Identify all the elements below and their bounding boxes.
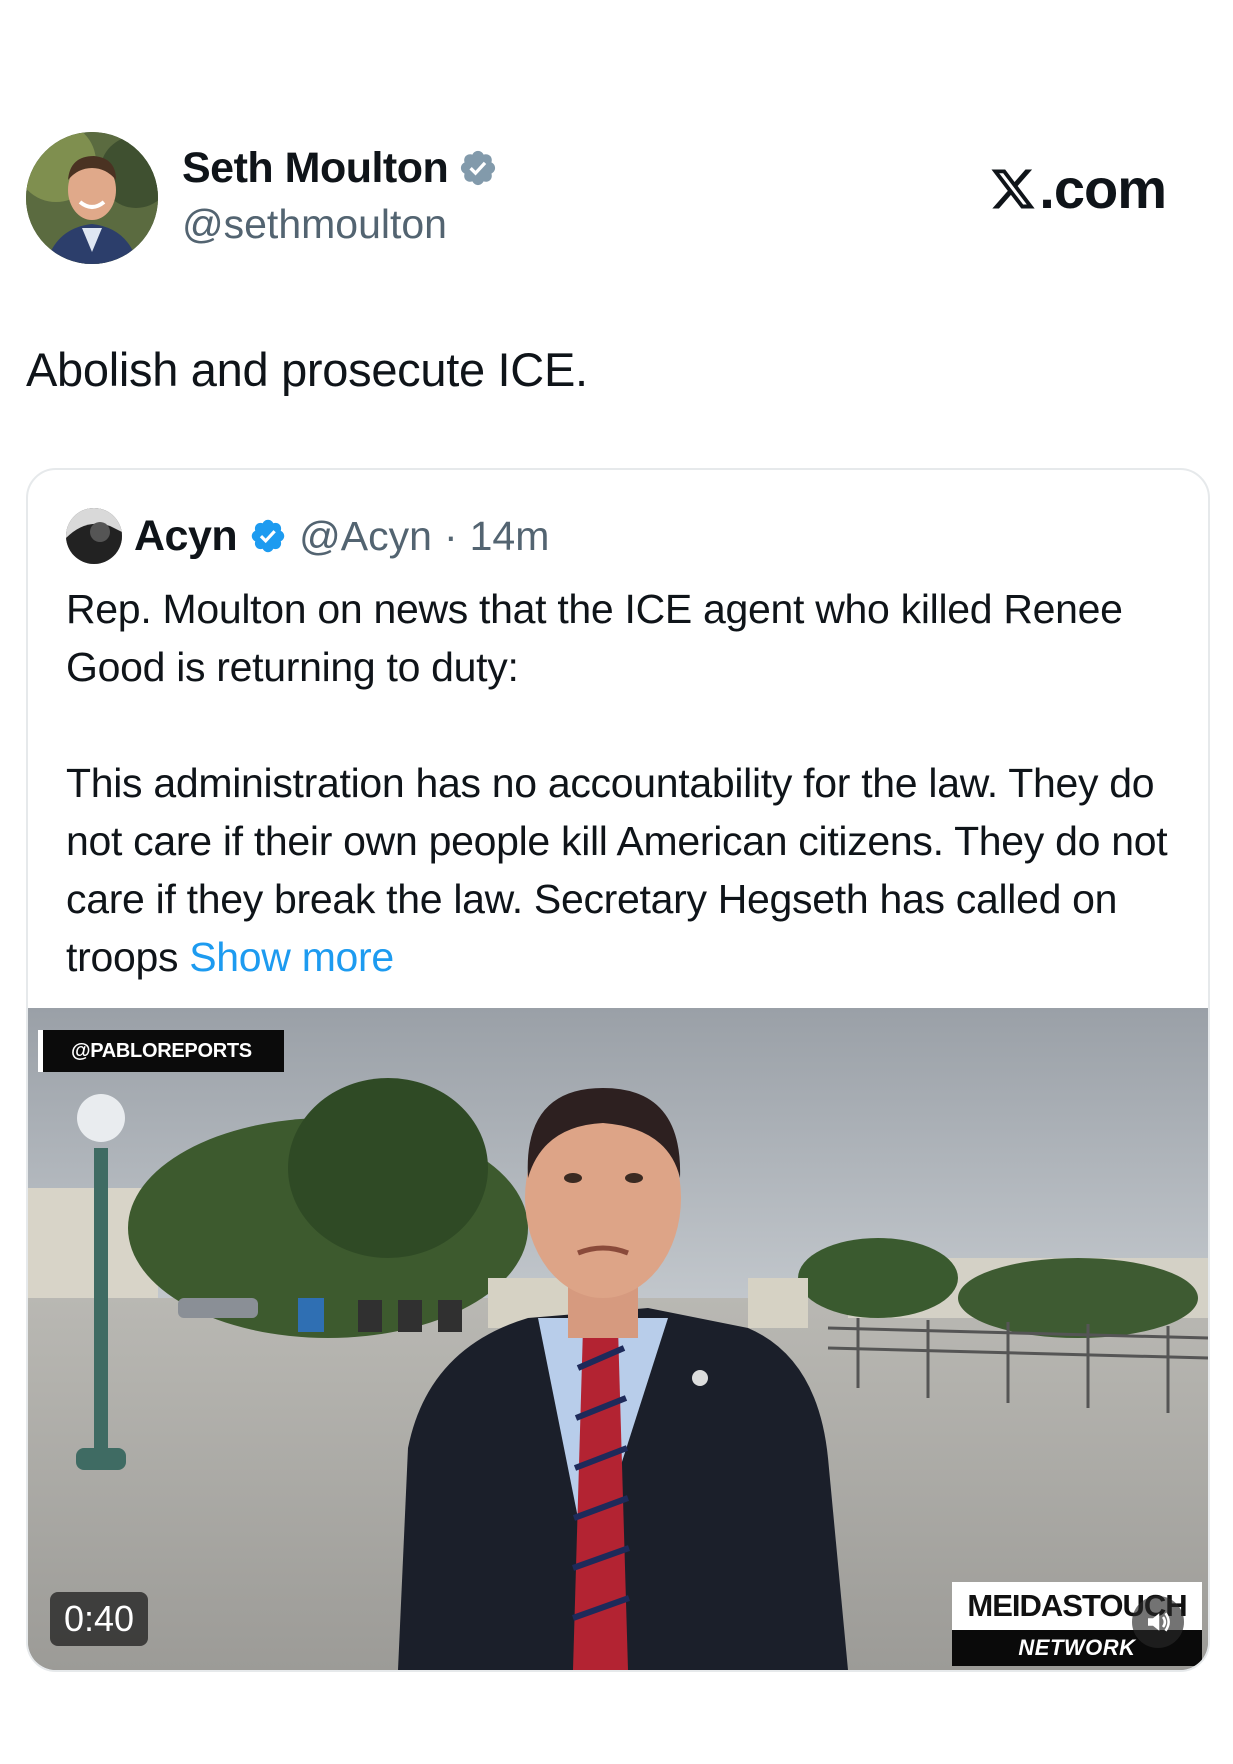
time-separator: · — [443, 512, 458, 559]
video-player[interactable]: @PABLOREPORTS 0:40 MEIDASTOUCH NETWORK — [28, 1008, 1208, 1670]
site-label: .com — [989, 156, 1167, 221]
verified-badge-icon — [251, 519, 285, 553]
author-display-name-text[interactable]: Seth Moulton — [182, 142, 449, 194]
quoted-post[interactable]: Acyn @Acyn · 14m Rep. Moulton on news th… — [26, 468, 1210, 1672]
quoted-author-avatar[interactable] — [66, 508, 122, 564]
quoted-post-time[interactable]: 14m — [470, 513, 550, 560]
video-frame — [28, 1008, 1208, 1670]
quoted-paragraph-1: Rep. Moulton on news that the ICE agent … — [66, 586, 1123, 690]
quoted-author-handle[interactable]: @Acyn — [299, 513, 432, 560]
author-display-name[interactable]: Seth Moulton — [182, 142, 498, 194]
author-avatar-image — [26, 132, 158, 264]
quoted-post-text: Rep. Moulton on news that the ICE agent … — [66, 580, 1176, 986]
author-avatar[interactable] — [26, 132, 158, 264]
quoted-paragraph-2: This administration has no accountabilit… — [66, 754, 1176, 986]
show-more-link[interactable]: Show more — [189, 934, 394, 980]
video-source-tag: @PABLOREPORTS — [38, 1030, 284, 1072]
verified-badge-icon — [461, 150, 496, 186]
quoted-post-header: Acyn @Acyn · 14m — [66, 508, 549, 564]
speaker-icon — [1148, 1612, 1170, 1632]
mute-button[interactable] — [1132, 1596, 1184, 1648]
quoted-author-display-name[interactable]: Acyn — [134, 512, 238, 561]
site-label-text: .com — [1039, 157, 1167, 220]
author-name-block: Seth Moulton @sethmoulton — [182, 142, 498, 252]
quoted-author-avatar-image — [66, 508, 122, 564]
post-text: Abolish and prosecute ICE. — [26, 343, 588, 396]
video-duration: 0:40 — [50, 1592, 149, 1646]
post-header: Seth Moulton @sethmoulton .com — [26, 132, 1206, 268]
author-handle[interactable]: @sethmoulton — [182, 196, 498, 252]
x-logo-icon — [991, 169, 1035, 208]
